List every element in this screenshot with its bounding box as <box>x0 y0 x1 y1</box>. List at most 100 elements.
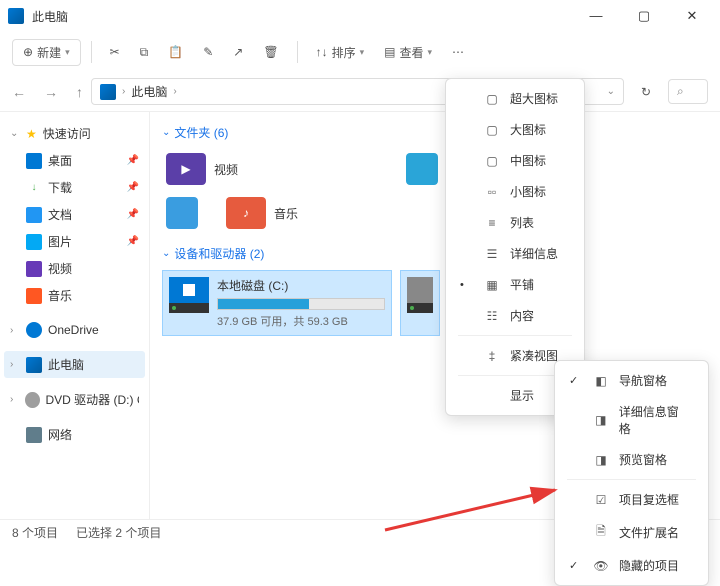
sort-icon: ↑↓ <box>316 45 328 59</box>
menu-list[interactable]: ≡列表 <box>450 207 580 238</box>
new-label: 新建 <box>37 44 61 61</box>
folder-pictures[interactable] <box>402 149 442 189</box>
maximize-button[interactable]: ▢ <box>624 8 664 24</box>
copy-icon: ⧉ <box>140 45 149 60</box>
label: 桌面 <box>48 152 72 169</box>
video-icon <box>26 261 42 277</box>
list-icon: ≡ <box>484 216 500 230</box>
label: 网络 <box>48 426 72 443</box>
sort-button[interactable]: ↑↓ 排序 ▾ <box>308 38 373 67</box>
address-location: 此电脑 <box>131 83 167 100</box>
label: 视频 <box>48 260 72 277</box>
sidebar-pictures[interactable]: 图片 📌 <box>4 228 145 255</box>
window-title: 此电脑 <box>32 8 576 25</box>
app-icon <box>8 8 24 24</box>
content-icon: ☷ <box>484 309 500 323</box>
grid-icon: ▢ <box>484 123 500 137</box>
menu-medium-icons[interactable]: ▢中图标 <box>450 145 580 176</box>
sidebar-quick-access[interactable]: ⌄ ★ 快速访问 <box>4 120 145 147</box>
sidebar-onedrive[interactable]: › OneDrive <box>4 317 145 343</box>
section-folders[interactable]: ⌄ 文件夹 (6) <box>162 124 708 141</box>
drive-d[interactable] <box>400 270 440 336</box>
menu-extra-large-icons[interactable]: ▢超大图标 <box>450 83 580 114</box>
scissors-icon: ✂ <box>110 45 120 59</box>
close-button[interactable]: ✕ <box>672 8 712 24</box>
chevron-down-icon: ▾ <box>360 47 365 58</box>
label: 此电脑 <box>48 356 84 373</box>
drive-name: 本地磁盘 (C:) <box>217 277 385 294</box>
picture-icon <box>26 234 42 250</box>
sidebar-documents[interactable]: 文档 📌 <box>4 201 145 228</box>
folder-downloads[interactable] <box>162 193 202 233</box>
plus-icon: ⊕ <box>23 45 33 59</box>
sidebar-downloads[interactable]: ↓ 下载 📌 <box>4 174 145 201</box>
section-drives[interactable]: ⌄ 设备和驱动器 (2) <box>162 245 708 262</box>
pc-icon <box>100 84 116 100</box>
menu-item-checkboxes[interactable]: ☑项目复选框 <box>559 484 704 515</box>
sort-label: 排序 <box>332 44 356 61</box>
label: 图片 <box>48 233 72 250</box>
check-icon: ✓ <box>569 559 583 572</box>
menu-hidden-items[interactable]: ✓👁隐藏的项目 <box>559 550 704 581</box>
folder-videos[interactable]: ▶ 视频 <box>162 149 382 189</box>
back-button[interactable]: ← <box>12 84 26 100</box>
network-icon <box>26 427 42 443</box>
chevron-right-icon: › <box>10 394 19 405</box>
paste-icon: 📋 <box>168 45 183 59</box>
menu-navigation-pane[interactable]: ✓◧导航窗格 <box>559 365 704 396</box>
eye-icon: 👁 <box>593 559 609 573</box>
menu-large-icons[interactable]: ▢大图标 <box>450 114 580 145</box>
chevron-down-icon[interactable]: ⌄ <box>607 86 615 97</box>
nav-bar: ← → ↑ › 此电脑 › ⌄ ↻ ⌕ <box>0 72 720 112</box>
sidebar-desktop[interactable]: 桌面 📌 <box>4 147 145 174</box>
view-button[interactable]: ▤ 查看 ▾ <box>376 38 440 67</box>
sidebar-dvd[interactable]: › DVD 驱动器 (D:) CI <box>4 386 145 413</box>
copy-button[interactable]: ⧉ <box>132 39 157 66</box>
minimize-button[interactable]: — <box>576 8 616 24</box>
pane-icon: ◧ <box>593 374 609 388</box>
download-icon: ↓ <box>26 180 42 196</box>
show-submenu: ✓◧导航窗格 ◨详细信息窗格 ◨预览窗格 ☑项目复选框 🗎文件扩展名 ✓👁隐藏的… <box>554 360 709 586</box>
menu-small-icons[interactable]: ▫▫小图标 <box>450 176 580 207</box>
sidebar-videos[interactable]: 视频 <box>4 255 145 282</box>
menu-tiles[interactable]: •▦平铺 <box>450 269 580 300</box>
label: 下载 <box>48 179 72 196</box>
new-button[interactable]: ⊕ 新建 ▾ <box>12 39 81 66</box>
menu-preview-pane[interactable]: ◨预览窗格 <box>559 444 704 475</box>
forward-button[interactable]: → <box>44 84 58 100</box>
folder-label: 音乐 <box>274 205 298 222</box>
menu-details-pane[interactable]: ◨详细信息窗格 <box>559 396 704 444</box>
trash-icon: 🗑 <box>263 45 278 59</box>
delete-button[interactable]: 🗑 <box>255 39 286 65</box>
pin-icon: 📌 <box>127 236 139 247</box>
section-label: 设备和驱动器 (2) <box>174 245 264 262</box>
rename-button[interactable]: ✎ <box>195 39 221 65</box>
cut-button[interactable]: ✂ <box>102 39 128 65</box>
music-icon <box>26 288 42 304</box>
download-folder-icon <box>166 197 198 229</box>
pin-icon: 📌 <box>127 182 139 193</box>
chevron-down-icon: ▾ <box>427 47 432 58</box>
pane-icon: ◨ <box>593 453 609 467</box>
pane-icon: ◨ <box>593 413 609 427</box>
menu-details[interactable]: ☰详细信息 <box>450 238 580 269</box>
more-button[interactable]: ⋯ <box>444 39 472 65</box>
ellipsis-icon: ⋯ <box>452 45 464 59</box>
search-box[interactable]: ⌕ <box>668 79 708 104</box>
sidebar-music[interactable]: 音乐 <box>4 282 145 309</box>
sidebar-thispc[interactable]: › 此电脑 <box>4 351 145 378</box>
sidebar-network[interactable]: 网络 <box>4 421 145 448</box>
drive-c[interactable]: 本地磁盘 (C:) 37.9 GB 可用，共 59.3 GB <box>162 270 392 336</box>
up-button[interactable]: ↑ <box>76 84 83 100</box>
paste-button[interactable]: 📋 <box>160 39 191 65</box>
share-button[interactable]: ↗ <box>225 39 251 65</box>
separator <box>91 41 92 63</box>
video-folder-icon: ▶ <box>166 153 206 185</box>
grid-icon: ▢ <box>484 92 500 106</box>
folder-music[interactable]: ♪ 音乐 <box>222 193 442 233</box>
separator <box>297 41 298 63</box>
menu-separator <box>458 335 572 336</box>
menu-content[interactable]: ☷内容 <box>450 300 580 331</box>
grid-icon: ▫▫ <box>484 185 500 199</box>
refresh-button[interactable]: ↻ <box>632 85 660 99</box>
